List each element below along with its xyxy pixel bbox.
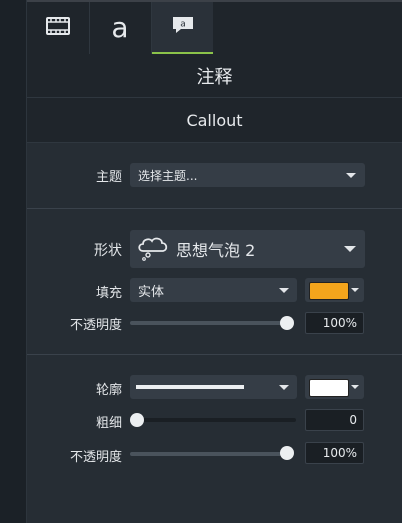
line-style-icon	[136, 385, 244, 389]
chevron-down-icon	[344, 246, 356, 252]
chevron-down-icon	[351, 385, 359, 389]
shape-label: 形状	[94, 243, 122, 259]
fill-opacity-handle[interactable]	[280, 316, 294, 330]
svg-text:a: a	[180, 20, 186, 30]
thickness-handle[interactable]	[130, 413, 144, 427]
chevron-down-icon	[279, 385, 289, 390]
theme-dropdown[interactable]: 选择主题...	[130, 163, 365, 187]
section-divider	[27, 354, 402, 355]
panel-title: 注释	[27, 54, 402, 97]
film-icon	[46, 17, 70, 39]
shape-dropdown[interactable]: 思想气泡 2	[130, 230, 365, 268]
thickness-input[interactable]: 0	[305, 409, 364, 431]
fill-opacity-label: 不透明度	[69, 318, 122, 333]
chevron-down-icon	[346, 173, 356, 178]
outline-color-swatch	[309, 379, 349, 397]
thickness-label: 粗细	[95, 416, 122, 431]
fill-value: 实体	[138, 284, 165, 300]
outline-label: 轮廓	[95, 383, 122, 398]
chevron-down-icon	[279, 288, 289, 293]
fill-opacity-input[interactable]: 100%	[305, 312, 364, 334]
thickness-slider[interactable]	[130, 418, 296, 422]
fill-color-button[interactable]	[305, 278, 364, 302]
theme-value: 选择主题...	[138, 168, 198, 183]
outline-opacity-input[interactable]: 100%	[305, 442, 364, 464]
outline-opacity-slider[interactable]	[130, 452, 290, 456]
section-divider	[27, 208, 402, 209]
fill-label: 填充	[95, 286, 122, 301]
fill-color-swatch	[309, 282, 349, 300]
chevron-down-icon	[351, 288, 359, 292]
tab-bar: a a	[27, 2, 402, 54]
tab-media[interactable]	[27, 2, 90, 54]
callout-icon: a	[171, 15, 195, 39]
letter-a-icon: a	[111, 11, 129, 44]
fill-opacity-slider[interactable]	[130, 321, 290, 325]
thought-bubble-icon	[136, 236, 170, 262]
outline-opacity-label: 不透明度	[69, 450, 122, 465]
panel-subtitle: Callout	[27, 97, 402, 143]
outline-opacity-handle[interactable]	[280, 446, 294, 460]
shape-value: 思想气泡 2	[176, 241, 256, 260]
outline-color-button[interactable]	[305, 375, 364, 399]
fill-dropdown[interactable]: 实体	[130, 278, 297, 302]
outline-style-dropdown[interactable]	[130, 375, 297, 399]
theme-label: 主题	[95, 170, 122, 185]
tab-annotations[interactable]: a	[152, 2, 213, 54]
left-panel-edge	[0, 0, 27, 523]
tab-text[interactable]: a	[89, 2, 152, 54]
